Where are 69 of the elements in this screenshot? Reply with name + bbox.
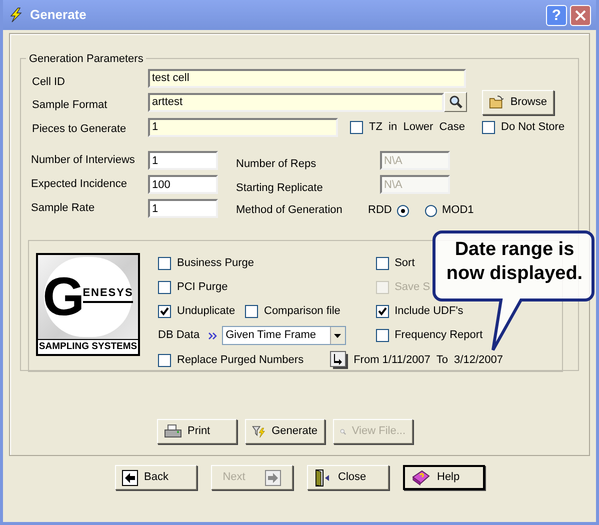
print-button[interactable]: Print bbox=[156, 419, 236, 444]
checkbox-label: Business Purge bbox=[177, 256, 254, 271]
help-button[interactable]: Help bbox=[403, 465, 485, 490]
logo-tagline: SAMPLING SYSTEMS bbox=[38, 339, 138, 354]
checkbox[interactable] bbox=[245, 304, 258, 318]
dropdown-arrow-icon bbox=[334, 334, 342, 338]
checkbox-label: Include UDF's bbox=[394, 304, 464, 319]
checkbox[interactable] bbox=[376, 304, 389, 318]
text-field[interactable]: 1 bbox=[148, 199, 218, 218]
filter-bolt-icon bbox=[252, 424, 266, 440]
text-field[interactable]: test cell bbox=[148, 68, 466, 88]
callout-text: Date range is now displayed. bbox=[445, 238, 584, 286]
field-label: Number of Interviews bbox=[30, 153, 136, 168]
corner-arrow-icon bbox=[330, 351, 348, 369]
text-field[interactable]: 1 bbox=[148, 151, 218, 170]
close-icon bbox=[575, 10, 586, 20]
checkbox[interactable] bbox=[350, 120, 363, 134]
field-label: Pieces to Generate bbox=[31, 122, 128, 137]
checkbox-label: Frequency Report bbox=[394, 328, 483, 343]
radio-label: RDD bbox=[368, 203, 392, 218]
field-label: Starting Replicate bbox=[236, 181, 324, 196]
close-button[interactable] bbox=[570, 4, 591, 26]
checkbox[interactable] bbox=[482, 120, 495, 134]
text-field[interactable]: arttest bbox=[148, 92, 444, 112]
field-label: Sample Format bbox=[31, 98, 108, 113]
field-label: DB Data bbox=[158, 328, 200, 344]
checkbox-label: Save S bbox=[394, 280, 430, 295]
checkbox[interactable] bbox=[158, 304, 171, 318]
browse-button[interactable]: Browse bbox=[482, 90, 554, 114]
field-label: Sample Rate bbox=[30, 201, 96, 216]
book-icon bbox=[411, 468, 431, 486]
double-chevron-icon bbox=[208, 332, 218, 340]
checkbox-label: PCI Purge bbox=[177, 280, 228, 295]
checkbox[interactable] bbox=[158, 354, 171, 366]
text-field[interactable]: 1 bbox=[148, 118, 338, 136]
logo-letter: G bbox=[42, 270, 85, 324]
checkbox[interactable] bbox=[158, 256, 171, 270]
text-field[interactable]: 100 bbox=[148, 175, 218, 194]
radio-button[interactable] bbox=[396, 204, 409, 216]
radio-button[interactable] bbox=[425, 204, 437, 216]
right-arrow-icon bbox=[265, 470, 282, 486]
window-title: Generate bbox=[30, 6, 86, 24]
printer-icon bbox=[164, 424, 182, 440]
checkbox-label: Unduplicate bbox=[177, 304, 236, 319]
field-label: Method of Generation bbox=[236, 203, 344, 218]
checkbox-label: TZ in Lower Case bbox=[369, 120, 465, 135]
left-arrow-icon bbox=[122, 470, 138, 486]
field-label: Cell ID bbox=[31, 74, 66, 90]
field-label: Number of Reps bbox=[236, 157, 318, 172]
logo-word: ENESYS bbox=[82, 284, 134, 304]
lightning-icon bbox=[8, 7, 24, 23]
search-icon bbox=[448, 95, 462, 109]
dropdown[interactable]: Given Time Frame bbox=[222, 326, 346, 345]
checkbox[interactable] bbox=[376, 256, 389, 270]
search-button[interactable] bbox=[444, 92, 467, 112]
checkbox-label: Sort bbox=[394, 256, 415, 271]
field-label: Expected Incidence bbox=[30, 177, 128, 192]
checkbox[interactable] bbox=[158, 280, 171, 294]
generate-button[interactable]: Generate bbox=[244, 419, 324, 444]
checkbox-label: Replace Purged Numbers bbox=[177, 352, 304, 368]
checkbox-label: Comparison file bbox=[264, 304, 340, 319]
folder-icon bbox=[489, 94, 504, 110]
close-button[interactable]: Close bbox=[307, 465, 389, 490]
checkbox[interactable] bbox=[376, 328, 389, 342]
checkbox-label: Do Not Store bbox=[501, 120, 565, 135]
radio-label: MOD1 bbox=[442, 203, 474, 218]
date-range: From 1/11/2007 To 3/12/2007 bbox=[354, 352, 503, 368]
door-icon bbox=[314, 468, 332, 486]
back-button[interactable]: Back bbox=[115, 465, 197, 490]
